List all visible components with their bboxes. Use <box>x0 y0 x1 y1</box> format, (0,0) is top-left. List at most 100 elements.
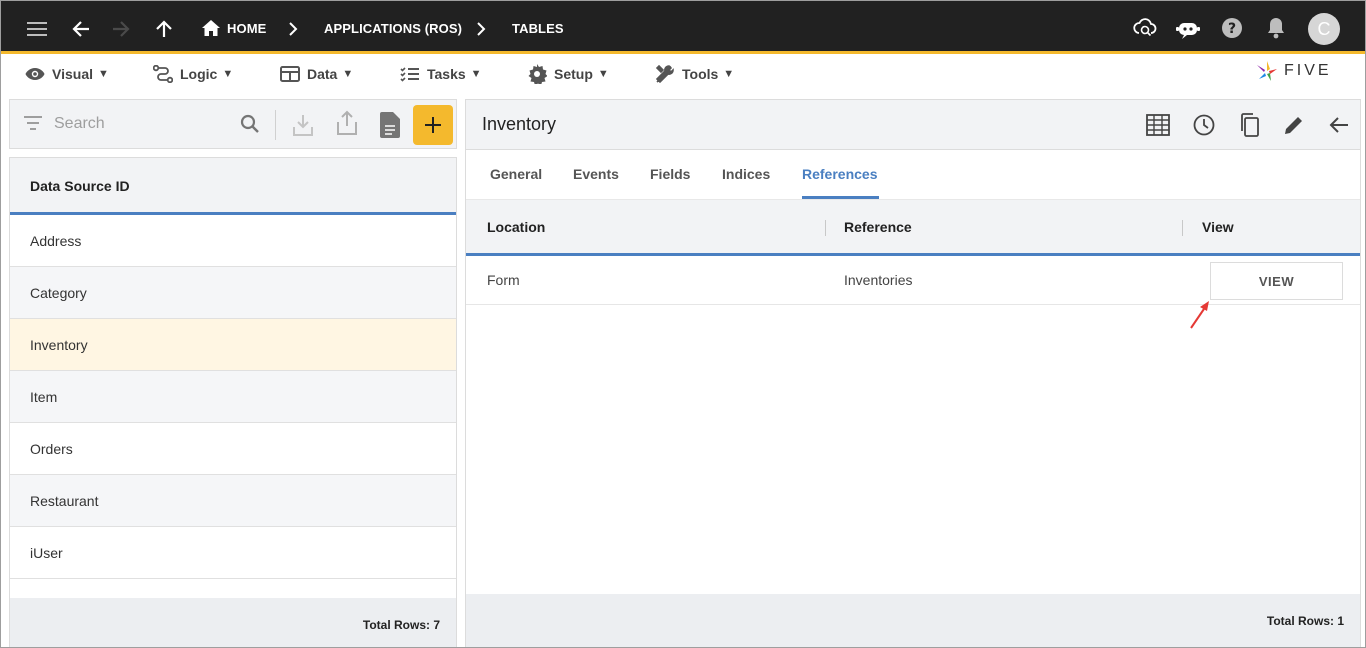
view-button[interactable]: VIEW <box>1210 262 1343 300</box>
up-arrow-icon[interactable] <box>152 17 176 41</box>
detail-header: Inventory <box>466 100 1360 150</box>
menu-visual[interactable]: Visual ▼ <box>25 64 109 84</box>
list-item-label: Category <box>30 284 87 301</box>
top-bar: HOME APPLICATIONS (ROS) TABLES ? C <box>1 1 1365 54</box>
cloud-sync-icon[interactable] <box>1132 15 1158 41</box>
plus-icon <box>425 117 441 133</box>
menu-visual-label: Visual <box>52 66 93 82</box>
cell-reference: Inventories <box>844 272 913 288</box>
tab-fields[interactable]: Fields <box>650 166 690 182</box>
breadcrumb-applications[interactable]: APPLICATIONS (ROS) <box>324 21 462 36</box>
list-footer: Total Rows: 7 <box>10 598 456 647</box>
user-avatar[interactable]: C <box>1308 13 1340 45</box>
gear-icon <box>528 64 547 84</box>
menu-tools[interactable]: Tools ▼ <box>655 64 734 84</box>
menu-logic[interactable]: Logic ▼ <box>153 64 233 84</box>
copy-icon[interactable] <box>1236 112 1262 138</box>
list-item-label: Orders <box>30 440 73 457</box>
total-rows-count: Total Rows: 1 <box>1266 614 1344 628</box>
list-empty-space <box>10 579 456 599</box>
menu-setup-label: Setup <box>554 66 593 82</box>
list-item[interactable]: Item <box>10 371 456 423</box>
eye-icon <box>25 68 45 80</box>
references-grid-header: Location Reference View <box>466 200 1360 256</box>
chatbot-icon[interactable] <box>1175 16 1201 42</box>
active-tab-indicator <box>802 196 879 199</box>
list-item[interactable]: iUser <box>10 527 456 579</box>
history-clock-icon[interactable] <box>1191 112 1217 138</box>
breadcrumb-home[interactable]: HOME <box>227 21 266 36</box>
list-toolbar: Search <box>9 99 457 149</box>
five-logo-icon <box>1257 61 1277 81</box>
grid-view-icon[interactable] <box>1145 112 1171 138</box>
main-menu-bar: Visual ▼ Logic ▼ Data ▼ Tasks ▼ Setup ▼ Tools… <box>1 54 1365 94</box>
total-rows-count: Total Rows: 7 <box>362 618 440 632</box>
back-arrow-icon[interactable] <box>69 17 93 41</box>
notification-bell-icon[interactable] <box>1264 16 1288 40</box>
tab-events[interactable]: Events <box>573 166 619 182</box>
list-item[interactable]: Address <box>10 215 456 267</box>
grid-footer: Total Rows: 1 <box>466 594 1360 647</box>
chevron-right-icon <box>473 19 489 39</box>
cell-location: Form <box>487 272 520 288</box>
list-item-label: iUser <box>30 544 63 561</box>
list-item-selected[interactable]: Inventory <box>10 319 456 371</box>
logic-icon <box>153 65 173 83</box>
list-item-label: Inventory <box>30 336 88 353</box>
list-item[interactable]: Orders <box>10 423 456 475</box>
data-source-list: Data Source ID Address Category Inventor… <box>9 157 457 647</box>
menu-setup[interactable]: Setup ▼ <box>527 64 609 84</box>
caret-down-icon: ▼ <box>222 68 234 80</box>
tab-references[interactable]: References <box>802 166 878 182</box>
help-icon[interactable]: ? <box>1220 16 1244 40</box>
data-source-list-panel: Search Data Source ID Address Category I… <box>9 99 457 647</box>
filter-icon[interactable] <box>24 116 42 135</box>
menu-tools-label: Tools <box>682 66 719 82</box>
caret-down-icon: ▼ <box>342 68 354 80</box>
list-item-label: Item <box>30 388 58 405</box>
list-item[interactable]: Restaurant <box>10 475 456 527</box>
list-item-label: Address <box>30 232 82 249</box>
export-icon[interactable] <box>336 110 358 141</box>
annotation-arrow-icon <box>1190 301 1209 329</box>
five-logo: FIVE <box>1256 58 1346 84</box>
caret-down-icon: ▼ <box>597 68 609 80</box>
column-separator[interactable] <box>1182 220 1183 236</box>
hamburger-menu-icon[interactable] <box>25 17 49 41</box>
add-button[interactable] <box>413 105 453 145</box>
menu-data-label: Data <box>307 66 338 82</box>
column-separator[interactable] <box>825 220 826 236</box>
tab-indices[interactable]: Indices <box>722 166 770 182</box>
column-header-reference[interactable]: Reference <box>844 219 912 235</box>
caret-down-icon: ▼ <box>98 68 109 80</box>
page-title: Inventory <box>482 114 557 134</box>
list-column-header[interactable]: Data Source ID <box>10 158 456 215</box>
record-detail-panel: Inventory General Events Fields Indices … <box>465 99 1361 647</box>
svg-text:?: ? <box>1228 21 1236 37</box>
menu-tasks[interactable]: Tasks ▼ <box>400 64 482 84</box>
forward-arrow-icon[interactable] <box>109 17 133 41</box>
edit-pencil-icon[interactable] <box>1281 112 1307 138</box>
document-icon[interactable] <box>380 112 400 143</box>
table-row[interactable]: Form Inventories VIEW <box>466 256 1360 305</box>
search-icon[interactable] <box>240 114 260 139</box>
app-window: HOME APPLICATIONS (ROS) TABLES ? C Visua… <box>0 0 1366 648</box>
caret-down-icon: ▼ <box>470 68 482 80</box>
tab-general[interactable]: General <box>490 166 542 182</box>
toolbar-divider <box>275 110 276 140</box>
breadcrumb-tables[interactable]: TABLES <box>512 21 564 36</box>
import-icon[interactable] <box>292 113 314 142</box>
menu-tasks-label: Tasks <box>427 66 466 82</box>
detail-tabs: General Events Fields Indices References <box>466 150 1360 200</box>
tools-icon <box>655 64 674 84</box>
list-item[interactable]: Category <box>10 267 456 319</box>
home-icon[interactable] <box>201 18 221 38</box>
table-icon <box>280 66 300 82</box>
menu-data[interactable]: Data ▼ <box>280 64 353 84</box>
column-header-data-source-id: Data Source ID <box>30 178 130 194</box>
chevron-right-icon <box>285 19 301 39</box>
column-header-location[interactable]: Location <box>487 219 545 235</box>
search-input[interactable]: Search <box>54 115 105 133</box>
column-header-view[interactable]: View <box>1202 219 1234 235</box>
back-arrow-icon[interactable] <box>1326 112 1352 138</box>
